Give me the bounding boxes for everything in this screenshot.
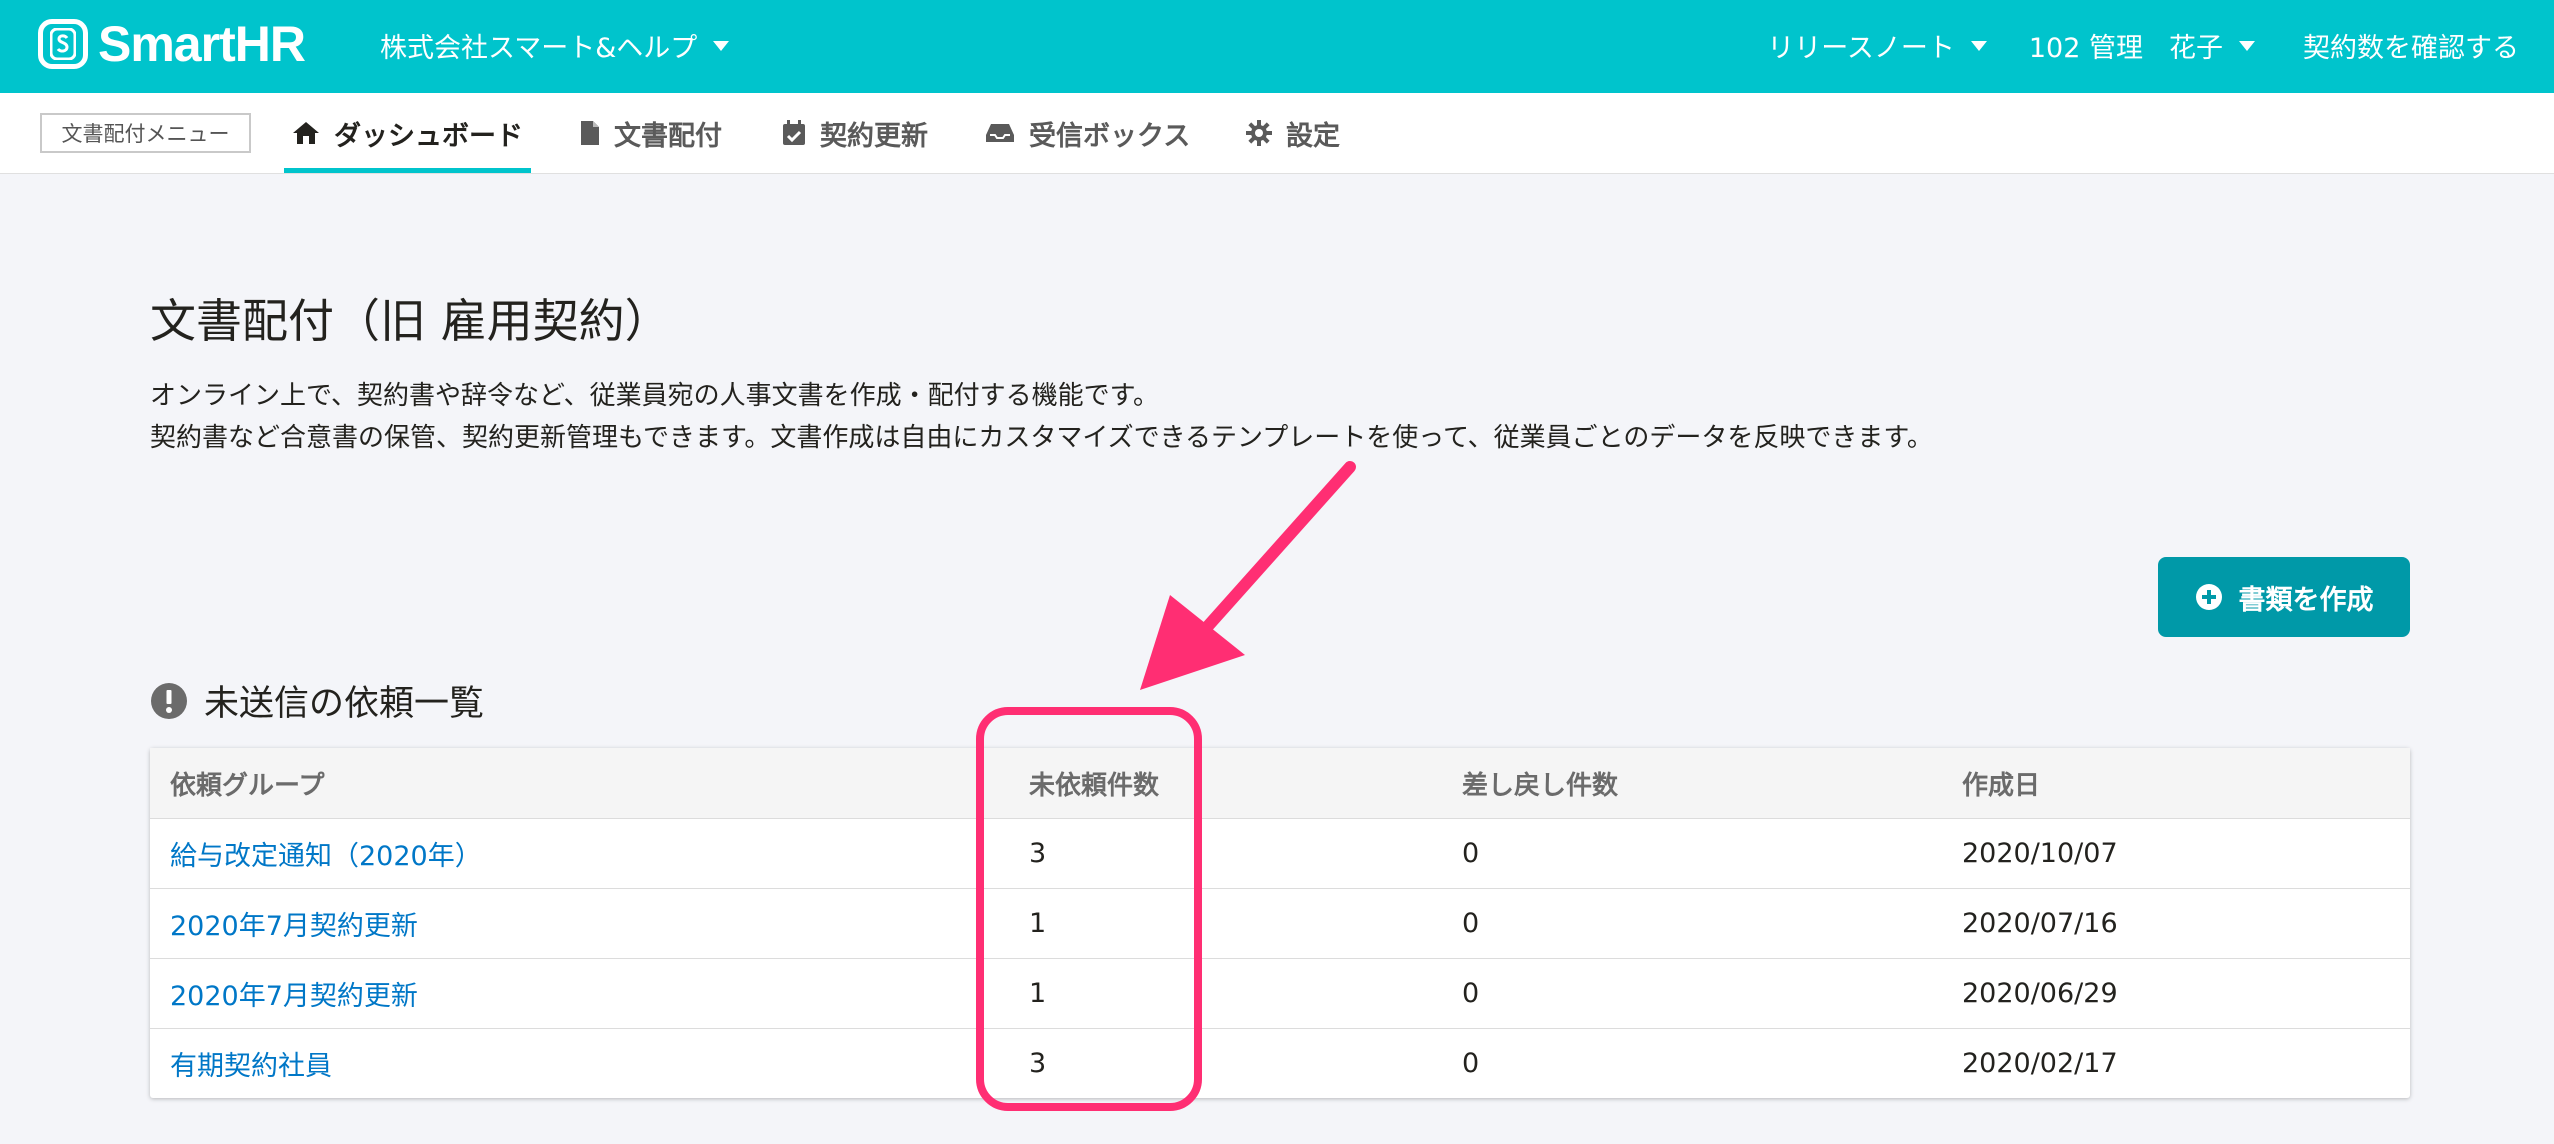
release-notes-menu[interactable]: リリースノート bbox=[1767, 26, 1987, 65]
chevron-down-icon bbox=[1970, 40, 1987, 51]
returned-count: 0 bbox=[1442, 888, 1942, 959]
release-notes-label: リリースノート bbox=[1767, 33, 1955, 64]
tenant-switcher[interactable]: 株式会社スマート&ヘルプ bbox=[380, 26, 730, 65]
column-header[interactable]: 作成日 bbox=[1942, 748, 2410, 819]
sub-navigation: 文書配付メニュー ダッシュボード 文書配付 契約更新 受信ボックス 設定 bbox=[0, 93, 2554, 174]
table-row: 2020年7月契約更新 1 0 2020/06/29 bbox=[150, 958, 2410, 1029]
annotation-arrow-icon bbox=[1140, 461, 1356, 690]
user-menu[interactable]: 花子 bbox=[2169, 26, 2255, 65]
calendar-check-icon bbox=[783, 120, 805, 145]
tab-label: 設定 bbox=[1286, 120, 1340, 152]
request-group-link[interactable]: 2020年7月契約更新 bbox=[170, 981, 418, 1012]
tenant-name: 株式会社スマート&ヘルプ bbox=[380, 33, 698, 64]
tab-contract-renewal[interactable]: 契約更新 bbox=[782, 93, 928, 173]
user-name: 花子 bbox=[2169, 33, 2223, 64]
top-header: SmartHR 株式会社スマート&ヘルプ リリースノート 102 管理 花子 契… bbox=[0, 0, 2554, 93]
smarthr-logo[interactable]: SmartHR bbox=[38, 16, 306, 72]
description-line: オンライン上で、契約書や辞令など、従業員宛の人事文書を作成・配付する機能です。 bbox=[150, 381, 1160, 411]
tab-label: ダッシュボード bbox=[334, 120, 523, 152]
returned-count: 0 bbox=[1442, 958, 1942, 1029]
created-date: 2020/10/07 bbox=[1942, 818, 2410, 889]
annotation-highlight-box bbox=[976, 707, 1202, 1111]
section-title-text: 未送信の依頼一覧 bbox=[204, 684, 485, 724]
column-header[interactable]: 差し戻し件数 bbox=[1442, 748, 1942, 819]
exclamation-circle-icon bbox=[151, 682, 187, 719]
created-date: 2020/07/16 bbox=[1942, 888, 2410, 959]
returned-count: 0 bbox=[1462, 1048, 1480, 1079]
home-icon bbox=[293, 122, 319, 144]
logo-mark-icon bbox=[38, 19, 88, 69]
request-group-link[interactable]: 2020年7月契約更新 bbox=[170, 911, 418, 942]
request-group-link[interactable]: 有期契約社員 bbox=[170, 1051, 332, 1082]
document-menu-label: 文書配付メニュー bbox=[40, 113, 251, 153]
gear-icon bbox=[1246, 120, 1272, 146]
section-title: 未送信の依頼一覧 bbox=[150, 675, 484, 726]
tab-document-distribution[interactable]: 文書配付 bbox=[580, 93, 722, 173]
pending-requests-table: 依頼グループ 未依頼件数 差し戻し件数 作成日 給与改定通知（2020年） 3 … bbox=[150, 748, 2410, 1098]
tab-label: 受信ボックス bbox=[1029, 120, 1191, 152]
chevron-down-icon bbox=[2239, 40, 2255, 51]
created-date: 2020/06/29 bbox=[1942, 958, 2410, 1029]
create-document-label: 書類を作成 bbox=[2238, 584, 2374, 615]
tab-label: 文書配付 bbox=[614, 120, 722, 152]
table-header-row: 依頼グループ 未依頼件数 差し戻し件数 作成日 bbox=[150, 748, 2410, 819]
request-group-link[interactable]: 給与改定通知（2020年） bbox=[170, 841, 482, 872]
tab-dashboard[interactable]: ダッシュボード bbox=[284, 93, 531, 173]
description-line: 契約書など合意書の保管、契約更新管理もできます。文書作成は自由にカスタマイズでき… bbox=[150, 423, 1933, 453]
table-row: 有期契約社員 3 0 2020/02/17 bbox=[150, 1029, 2410, 1099]
tab-label: 契約更新 bbox=[820, 120, 928, 152]
plus-circle-icon bbox=[2195, 584, 2222, 610]
table-row: 2020年7月契約更新 1 0 2020/07/16 bbox=[150, 888, 2410, 959]
tab-settings[interactable]: 設定 bbox=[1246, 93, 1340, 173]
logo-text: SmartHR bbox=[98, 16, 306, 72]
table-row: 給与改定通知（2020年） 3 0 2020/10/07 bbox=[150, 818, 2410, 889]
inbox-icon bbox=[986, 124, 1014, 142]
column-header[interactable]: 依頼グループ bbox=[150, 748, 1009, 819]
page-title: 文書配付（旧 雇用契約） bbox=[150, 294, 671, 348]
contract-check-link[interactable]: 契約数を確認する bbox=[2303, 26, 2519, 65]
user-id: 102 管理 bbox=[2028, 33, 2143, 64]
tab-inbox[interactable]: 受信ボックス bbox=[985, 93, 1190, 173]
create-document-button[interactable]: 書類を作成 bbox=[2158, 557, 2410, 637]
document-icon bbox=[581, 121, 599, 145]
returned-count: 0 bbox=[1442, 818, 1942, 889]
chevron-down-icon bbox=[713, 40, 730, 51]
created-date: 2020/02/17 bbox=[1962, 1048, 2118, 1079]
page-description: オンライン上で、契約書や辞令など、従業員宛の人事文書を作成・配付する機能です。 … bbox=[150, 375, 1933, 459]
